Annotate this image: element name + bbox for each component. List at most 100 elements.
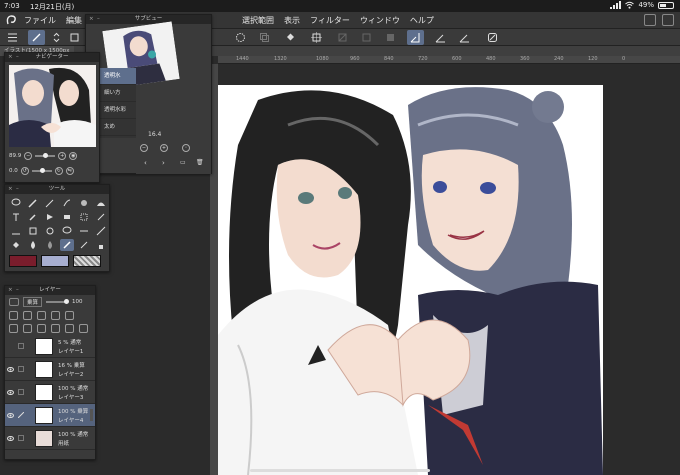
layer-panel-title-bar[interactable]: × – レイヤー — [5, 286, 95, 295]
fullscreen-button[interactable] — [662, 14, 674, 26]
transform-icon[interactable] — [308, 30, 325, 45]
folder-icon[interactable]: ▭ — [180, 159, 186, 166]
move-icon[interactable] — [43, 211, 57, 223]
chevron-updown-icon[interactable] — [48, 30, 65, 45]
pencil-icon[interactable] — [43, 197, 57, 209]
lasso-icon[interactable] — [232, 30, 249, 45]
new-folder-icon[interactable] — [37, 324, 46, 333]
menu-window[interactable]: ウィンドウ — [360, 15, 400, 26]
actual-size-icon[interactable]: ◉ — [69, 152, 78, 160]
pen-mode-icon[interactable] — [28, 30, 45, 45]
main-color-swatch[interactable] — [9, 255, 37, 267]
flip-horizontal-icon[interactable]: ⇋ — [65, 167, 74, 175]
menu-edit[interactable]: 編集 — [66, 15, 82, 26]
eye-icon[interactable] — [7, 389, 14, 396]
close-icon[interactable]: × — [8, 53, 13, 62]
pressure-icon[interactable] — [456, 30, 473, 45]
layer-row[interactable]: 16 % 乗算 レイヤー2 — [5, 358, 95, 381]
fill-icon[interactable] — [282, 30, 299, 45]
smudge-icon[interactable] — [77, 239, 91, 251]
deselect-icon[interactable] — [334, 30, 351, 45]
sub-color-swatch[interactable] — [41, 255, 69, 267]
layer-checkbox[interactable] — [18, 435, 24, 441]
minimize-icon[interactable]: – — [16, 53, 19, 62]
subtool-item-thin[interactable]: 細い方 — [100, 85, 136, 102]
brush-size-icon[interactable] — [432, 30, 449, 45]
mask-icon[interactable] — [51, 311, 60, 320]
blend-mode-select[interactable]: 乗算 — [23, 297, 43, 307]
layer-icon[interactable] — [66, 30, 83, 45]
navigator-title-bar[interactable]: × – ナビゲーター — [5, 53, 99, 62]
stabilizer-icon[interactable] — [407, 30, 424, 45]
subview-title-bar[interactable]: × – サブビュー — [86, 15, 211, 24]
next-icon[interactable]: › — [162, 159, 165, 167]
fit-icon[interactable]: ◦ — [182, 144, 190, 152]
zoom-slider[interactable] — [35, 153, 56, 158]
menu-file[interactable]: ファイル — [24, 15, 56, 26]
clip-icon[interactable] — [9, 311, 18, 320]
gradient-icon[interactable] — [77, 225, 91, 237]
select-icon[interactable] — [77, 211, 91, 223]
blend-icon[interactable] — [94, 211, 108, 223]
watercolor-brush-icon[interactable] — [60, 239, 74, 251]
reference-icon[interactable] — [23, 311, 32, 320]
subtool-item-transparent[interactable]: 透明水 — [100, 68, 136, 85]
close-icon[interactable]: × — [89, 15, 94, 24]
rotate-slider[interactable] — [31, 168, 52, 173]
zoom-out-icon[interactable]: − — [140, 144, 148, 152]
eraser-icon[interactable] — [60, 211, 74, 223]
subtool-item-thick[interactable]: 太め — [100, 119, 136, 136]
close-icon[interactable]: × — [8, 286, 13, 295]
rotate-left-icon[interactable]: ↺ — [20, 167, 29, 175]
trash-icon[interactable] — [79, 324, 88, 333]
airbrush-icon[interactable] — [77, 197, 91, 209]
lasso-icon[interactable] — [9, 197, 23, 209]
frame-icon[interactable] — [26, 225, 40, 237]
stamp-icon[interactable] — [94, 239, 108, 251]
copy-icon[interactable] — [256, 30, 273, 45]
zoom-out-icon[interactable]: − — [24, 152, 33, 160]
edit-icon[interactable] — [484, 30, 501, 45]
lock-icon[interactable] — [37, 311, 46, 320]
menu-icon[interactable] — [4, 30, 21, 45]
layer-scroll-handle[interactable] — [90, 409, 93, 421]
prev-icon[interactable]: ‹ — [144, 159, 147, 167]
menu-view[interactable]: 表示 — [284, 15, 300, 26]
navigator-thumbnail[interactable] — [9, 65, 96, 147]
rotate-right-icon[interactable]: ↻ — [54, 167, 63, 175]
layer-checkbox[interactable] — [18, 389, 24, 395]
minimize-icon[interactable]: – — [16, 185, 19, 194]
water-icon[interactable] — [26, 239, 40, 251]
zoom-in-icon[interactable]: + — [160, 144, 168, 152]
minimize-icon[interactable]: – — [16, 286, 19, 295]
line-icon[interactable] — [94, 225, 108, 237]
trash-icon[interactable]: 🗑 — [196, 159, 204, 166]
close-icon[interactable]: × — [8, 185, 13, 194]
balloon-icon[interactable] — [60, 225, 74, 237]
layer-row[interactable]: 5 % 通常 レイヤー1 — [5, 335, 95, 358]
minimize-icon[interactable]: – — [97, 15, 100, 24]
opacity-slider[interactable] — [46, 299, 70, 304]
settings-icon[interactable] — [65, 311, 74, 320]
merge-icon[interactable] — [51, 324, 60, 333]
new-vector-icon[interactable] — [23, 324, 32, 333]
zoom-in-icon[interactable]: + — [58, 152, 67, 160]
menu-selection[interactable]: 選択範囲 — [242, 15, 274, 26]
pen-icon[interactable] — [26, 197, 40, 209]
fill-icon[interactable] — [9, 239, 23, 251]
subtool-item-watercolor[interactable]: 透明水彩 — [100, 102, 136, 119]
ruler-icon[interactable] — [9, 225, 23, 237]
layer-checkbox[interactable] — [18, 343, 24, 349]
text-icon[interactable] — [9, 211, 23, 223]
menu-filter[interactable]: フィルター — [310, 15, 350, 26]
transparent-swatch[interactable] — [73, 255, 101, 267]
layer-mode-icon[interactable] — [9, 298, 19, 306]
clear-icon[interactable] — [358, 30, 375, 45]
brush-icon[interactable] — [60, 197, 74, 209]
eye-icon[interactable] — [7, 412, 14, 419]
blur-icon[interactable] — [43, 239, 57, 251]
layer-checkbox[interactable] — [18, 366, 24, 372]
eye-icon[interactable] — [7, 435, 14, 442]
dropper-icon[interactable] — [26, 211, 40, 223]
home-indicator[interactable] — [250, 469, 430, 472]
